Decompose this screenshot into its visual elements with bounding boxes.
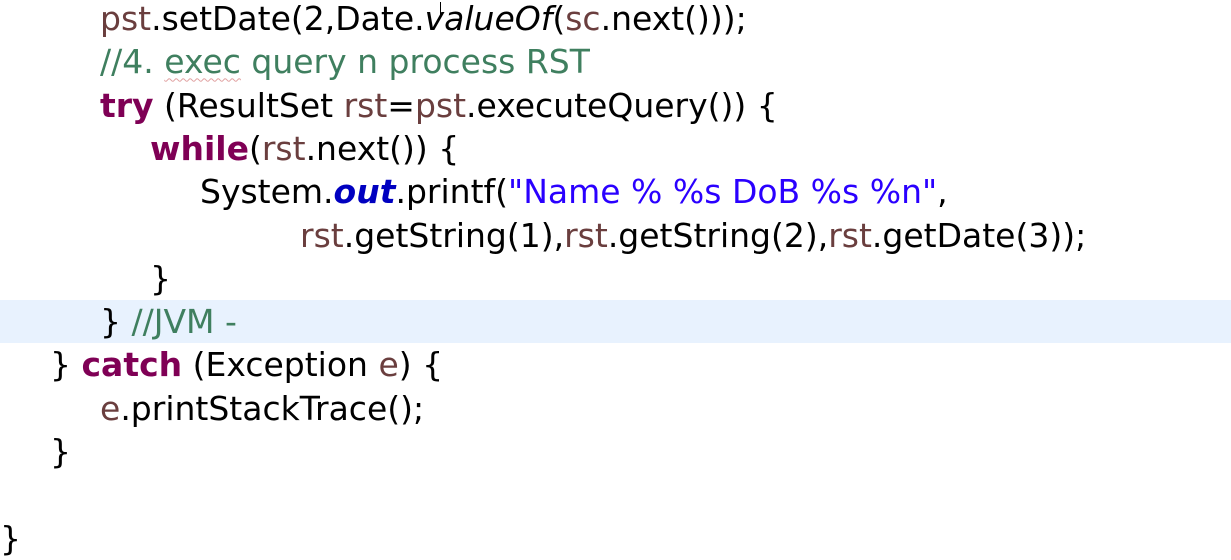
code-token: .getString(2), (607, 215, 829, 255)
code-token: sc (565, 0, 601, 38)
code-line-blank[interactable] (0, 473, 1231, 516)
code-token: rst (564, 215, 608, 255)
code-token: rst (261, 128, 306, 168)
code-token: catch (81, 345, 183, 385)
code-token: } (100, 302, 132, 342)
code-token: (ResultSet (153, 85, 344, 125)
code-token: .setDate(2,Date. (151, 0, 425, 38)
code-line-printf-args[interactable]: rst.getString(1),rst.getString(2),rst.ge… (0, 214, 1231, 257)
code-line-printf[interactable]: System.out.printf("Name % %s DoB %s %n", (0, 170, 1231, 213)
code-line-close-try[interactable]: } //JVM - (0, 300, 1231, 344)
code-line-setdate[interactable]: pst.setDate(2,Date.valueOf(sc.next())); (0, 0, 1231, 40)
code-line-try[interactable]: try (ResultSet rst=pst.executeQuery()) { (0, 84, 1231, 127)
code-token: rst (300, 215, 344, 255)
code-line-close-while[interactable]: } (0, 257, 1231, 300)
text-cursor (440, 2, 441, 18)
code-token: .printStackTrace(); (120, 388, 425, 428)
code-line-while[interactable]: while(rst.next()) { (0, 127, 1231, 170)
code-token: System. (200, 172, 334, 212)
code-token: , (937, 172, 948, 212)
code-token: } (50, 432, 71, 471)
code-token: ) { (398, 345, 444, 385)
code-token: .next())); (600, 0, 747, 38)
code-token: .getDate(3)); (871, 215, 1087, 255)
code-token: .next()) { (305, 128, 460, 168)
code-token: exec (164, 42, 241, 82)
code-token: ( (552, 0, 566, 38)
code-token: pst (414, 85, 467, 125)
code-token: while (150, 128, 249, 168)
code-line-catch[interactable]: } catch (Exception e) { (0, 343, 1231, 386)
code-token: .getString(1), (343, 215, 565, 255)
code-token: valueOf (424, 0, 553, 38)
code-token: } (50, 345, 82, 385)
code-token: rst (343, 85, 388, 125)
code-editor[interactable]: pst.setDate(2,Date.valueOf(sc.next())); /… (0, 0, 1231, 558)
code-line-printstacktrace[interactable]: e.printStackTrace(); (0, 387, 1231, 430)
code-token: rst (828, 215, 872, 255)
code-token: = (387, 85, 415, 125)
code-token: .executeQuery()) { (466, 85, 778, 125)
code-token: out (333, 172, 396, 212)
code-token: ( (248, 128, 262, 168)
code-token: //JVM - (131, 302, 237, 342)
code-token: (Exception (182, 345, 379, 385)
code-token: pst (100, 0, 152, 38)
code-token: .printf( (395, 172, 509, 212)
code-token: query n process RST (240, 42, 590, 82)
code-token: } (150, 258, 171, 298)
code-line-close-catch[interactable]: } (0, 430, 1231, 473)
code-token: try (100, 85, 154, 125)
code-token: e (100, 388, 121, 428)
code-token: } (0, 518, 21, 558)
code-token: //4. (100, 42, 165, 82)
code-line-close-method[interactable]: } (0, 517, 1231, 560)
code-token: "Name % %s DoB %s %n" (508, 172, 938, 212)
code-token: e (378, 345, 399, 385)
code-line-comment-exec-query[interactable]: //4. exec query n process RST (0, 40, 1231, 83)
